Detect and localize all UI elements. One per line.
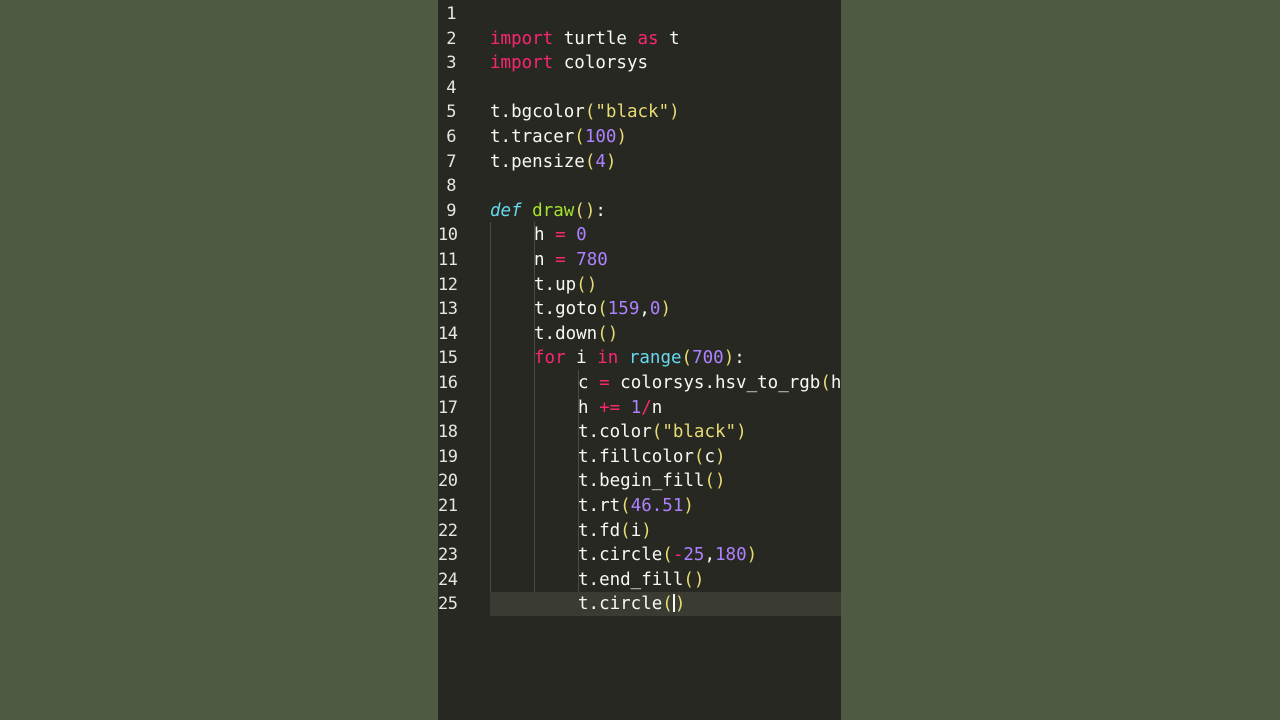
code-text[interactable]: h += 1/n (578, 396, 662, 420)
code-line[interactable]: 10 h = 0 (438, 223, 841, 247)
code-text[interactable]: t.circle(-25,180) (578, 543, 757, 567)
line-number: 2 (446, 28, 456, 49)
code-line[interactable]: 12 t.up() (438, 273, 841, 297)
left-background (0, 0, 438, 720)
code-line[interactable]: 20 t.begin_fill() (438, 469, 841, 493)
code-editor[interactable]: 1 2 import turtle as t 3 import colorsys 4 5 t.… (438, 0, 841, 720)
code-text[interactable]: import turtle as t (490, 27, 680, 51)
line-number: 11 (438, 250, 458, 270)
line-number: 17 (438, 397, 458, 418)
line-number: 3 (446, 53, 456, 74)
code-line[interactable]: 11 n = 780 (438, 248, 841, 272)
code-line[interactable]: 19 t.fillcolor(c) (438, 445, 841, 469)
code-line[interactable]: 25 t.circle() (438, 592, 841, 616)
code-line[interactable]: 23 t.circle(-25,180) (438, 543, 841, 567)
code-text[interactable]: t.down() (534, 322, 618, 346)
code-line[interactable]: 7 t.pensize(4) (438, 150, 841, 174)
code-line[interactable]: 8 (438, 174, 841, 198)
line-number: 16 (438, 373, 458, 393)
code-line[interactable]: 21 t.rt(46.51) (438, 494, 841, 518)
code-line[interactable]: 13 t.goto(159,0) (438, 297, 841, 321)
code-text[interactable]: t.begin_fill() (578, 469, 726, 493)
code-text[interactable]: h = 0 (534, 223, 587, 247)
line-number: 25 (438, 594, 458, 615)
line-number: 8 (446, 176, 456, 197)
line-number: 9 (446, 200, 456, 221)
code-line[interactable]: 14 t.down() (438, 322, 841, 346)
code-text[interactable]: t.color("black") (578, 420, 747, 444)
line-number: 18 (438, 422, 458, 443)
code-text[interactable]: t.pensize(4) (490, 150, 616, 174)
line-number: 12 (438, 274, 458, 295)
line-number: 10 (438, 225, 458, 246)
code-line[interactable]: 18 t.color("black") (438, 420, 841, 444)
right-background (841, 0, 1280, 720)
code-line[interactable]: 6 t.tracer(100) (438, 125, 841, 149)
code-text[interactable]: t.fd(i) (578, 519, 652, 543)
line-number: 13 (438, 299, 458, 320)
line-number: 15 (438, 348, 458, 369)
line-number: 19 (438, 446, 458, 467)
code-text[interactable]: for i in range(700): (534, 346, 745, 370)
line-number: 1 (446, 4, 456, 24)
code-line[interactable]: 3 import colorsys (438, 51, 841, 75)
line-number: 14 (438, 323, 458, 344)
code-text[interactable]: t.up() (534, 273, 597, 297)
line-number: 20 (438, 471, 458, 492)
code-line[interactable]: 16 c = colorsys.hsv_to_rgb(h (438, 371, 841, 395)
line-number: 4 (446, 77, 456, 98)
line-number: 21 (438, 496, 458, 516)
code-line[interactable]: 15 for i in range(700): (438, 346, 841, 370)
code-line[interactable]: 9 def draw(): (438, 199, 841, 223)
code-line[interactable]: 5 t.bgcolor("black") (438, 100, 841, 124)
code-line[interactable]: 4 (438, 76, 841, 100)
code-text[interactable]: import colorsys (490, 51, 648, 75)
code-text[interactable]: c = colorsys.hsv_to_rgb(h (578, 371, 841, 395)
code-text[interactable]: n = 780 (534, 248, 608, 272)
code-text[interactable]: t.rt(46.51) (578, 494, 694, 518)
line-number: 5 (446, 102, 456, 123)
line-number: 23 (438, 545, 458, 566)
code-text[interactable]: t.goto(159,0) (534, 297, 671, 321)
line-number: 24 (438, 569, 458, 590)
line-number: 6 (446, 127, 456, 147)
code-text[interactable]: t.end_fill() (578, 568, 704, 592)
code-text[interactable]: t.bgcolor("black") (490, 100, 680, 124)
code-text[interactable]: def draw(): (490, 199, 606, 223)
code-line[interactable]: 1 (438, 2, 841, 26)
code-text[interactable]: t.circle() (578, 592, 685, 616)
code-text[interactable]: t.tracer(100) (490, 125, 627, 149)
line-number: 7 (446, 151, 456, 172)
code-text[interactable]: t.fillcolor(c) (578, 445, 726, 469)
line-number: 22 (438, 520, 458, 541)
code-line[interactable]: 17 h += 1/n (438, 396, 841, 420)
code-line[interactable]: 24 t.end_fill() (438, 568, 841, 592)
code-line[interactable]: 2 import turtle as t (438, 27, 841, 51)
code-line[interactable]: 22 t.fd(i) (438, 519, 841, 543)
